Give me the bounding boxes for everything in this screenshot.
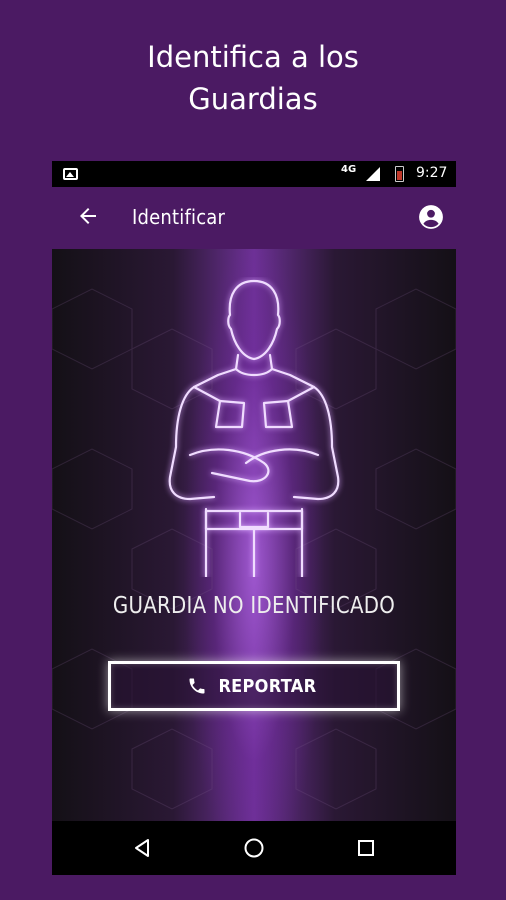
report-button[interactable]: REPORTAR xyxy=(108,661,400,711)
system-nav-bar xyxy=(52,821,456,875)
promo-title: Identifica a los Guardias xyxy=(0,36,506,120)
status-bar: 4G 9:27 xyxy=(52,161,456,187)
promo-title-line1: Identifica a los xyxy=(147,40,359,74)
square-recents-icon[interactable] xyxy=(354,836,378,860)
identify-panel: GUARDIA NO IDENTIFICADO REPORTAR xyxy=(52,249,456,821)
phone-icon xyxy=(189,678,205,694)
battery-icon xyxy=(395,166,404,182)
page-title: Identificar xyxy=(132,205,226,229)
arrow-left-icon[interactable] xyxy=(76,204,100,228)
promo-title-line2: Guardias xyxy=(188,82,318,116)
network-type: 4G xyxy=(341,164,357,175)
clock: 9:27 xyxy=(416,165,448,181)
account-circle-icon[interactable] xyxy=(418,204,444,230)
triangle-back-icon[interactable] xyxy=(130,836,154,860)
circle-home-icon[interactable] xyxy=(242,836,266,860)
signal-icon xyxy=(366,167,380,181)
image-notification-icon xyxy=(63,168,78,180)
guard-silhouette-icon xyxy=(168,279,340,577)
app-bar: Identificar xyxy=(52,187,456,249)
phone-screen: 4G 9:27 Identificar GUARDIA NO IDENTIFIC… xyxy=(52,161,456,875)
report-button-label: REPORTAR xyxy=(218,675,316,697)
identification-status: GUARDIA NO IDENTIFICADO xyxy=(112,593,396,619)
